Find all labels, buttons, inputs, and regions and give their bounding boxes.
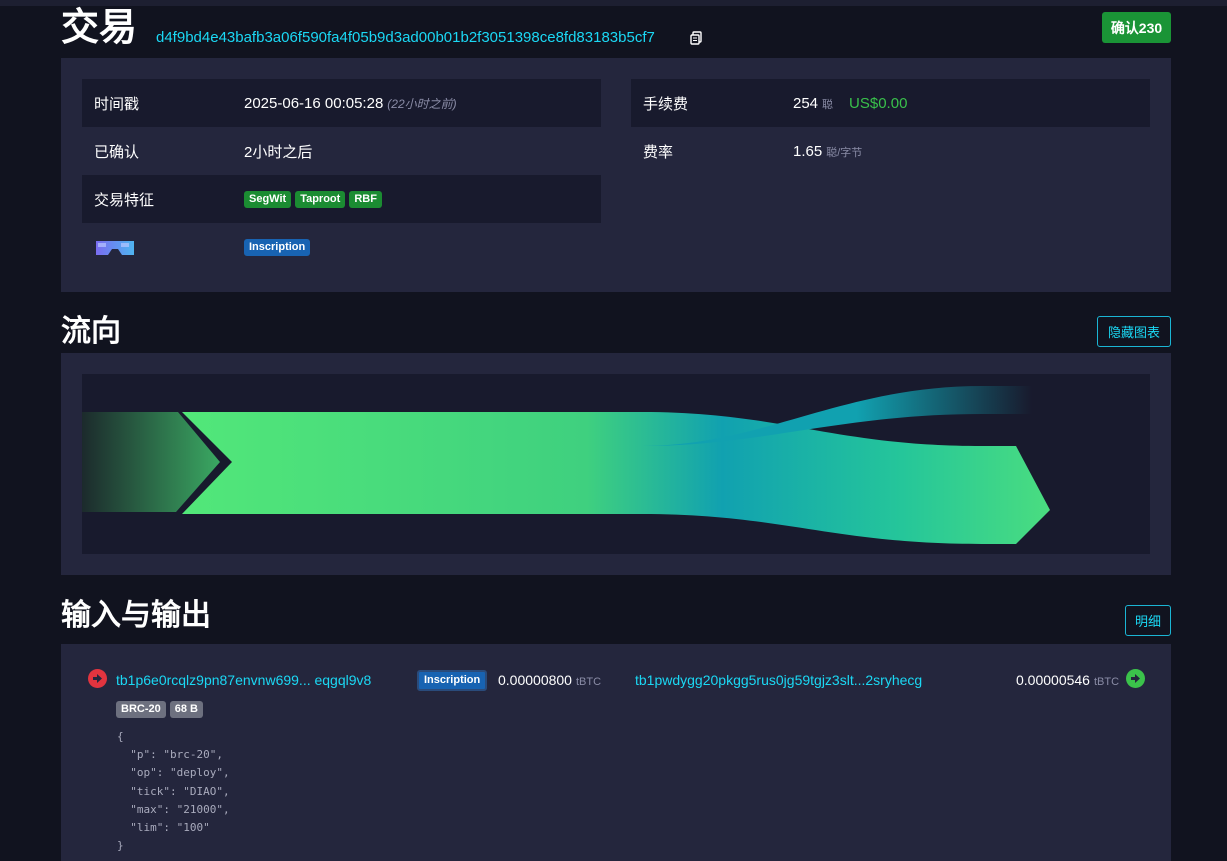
io-panel: tb1p6e0rcqlz9pn87envnw699... eqgql9v8 In… — [61, 644, 1171, 861]
features-tags: SegWit Taproot RBF — [244, 190, 382, 208]
inscription-tag-wrap: Inscription — [244, 238, 311, 256]
fee-label: 手续费 — [643, 95, 689, 113]
copy-icon[interactable] — [690, 31, 702, 45]
output-amount-group: 0.00000546 tBTC — [1016, 672, 1119, 688]
fee-unit: 聪 — [822, 98, 834, 111]
timestamp-row: 时间戳 2025-06-16 00:05:28 (22小时之前) — [82, 79, 601, 127]
output-flow — [182, 412, 1050, 544]
flow-title: 流向 — [61, 315, 121, 348]
output-address-link[interactable]: tb1pwdygg20pkgg5rus0jg59tgjz3slt...2sryh… — [635, 672, 922, 688]
confirmations-badge: 确认230 — [1102, 12, 1171, 43]
input-amount: 0.00000800 — [498, 672, 572, 688]
hide-chart-button[interactable]: 隐藏图表 — [1097, 316, 1171, 347]
input-inscription-tag[interactable]: Inscription — [417, 670, 488, 691]
top-bar — [0, 0, 1227, 6]
feerate-unit: 聪/字节 — [826, 146, 863, 159]
size-badge: 68 B — [169, 701, 203, 718]
fee-value-group: 254 聪 US$0.00 — [793, 95, 907, 112]
io-row: tb1p6e0rcqlz9pn87envnw699... eqgql9v8 In… — [61, 668, 1171, 694]
output-amount: 0.00000546 — [1016, 672, 1090, 688]
page-title: 交易 — [61, 7, 138, 49]
confirmed-value: 2小时之后 — [244, 143, 313, 161]
input-address-link[interactable]: tb1p6e0rcqlz9pn87envnw699... eqgql9v8 — [116, 672, 371, 688]
feerate-label: 费率 — [643, 143, 674, 161]
fee-usd: US$0.00 — [849, 94, 908, 112]
confirmed-label: 已确认 — [94, 143, 140, 161]
timestamp-label: 时间戳 — [94, 95, 140, 113]
inscription-row: Inscription — [82, 223, 601, 271]
brc20-badge: BRC-20 — [116, 701, 166, 718]
input-arrow-icon[interactable] — [88, 669, 107, 688]
confirmed-row: 已确认 2小时之后 — [82, 127, 601, 175]
flow-panel — [61, 353, 1171, 575]
pixel-glasses-icon — [96, 241, 134, 255]
fee-row: 手续费 254 聪 US$0.00 — [631, 79, 1150, 127]
feerate-value: 1.65 — [793, 142, 823, 160]
timestamp-value-group: 2025-06-16 00:05:28 (22小时之前) — [244, 95, 457, 112]
output-arrow-icon[interactable] — [1126, 669, 1145, 688]
input-badges: BRC-20 68 B — [116, 701, 203, 718]
feerate-row: 费率 1.65 聪/字节 — [631, 127, 1150, 175]
input-unit: tBTC — [575, 676, 602, 688]
flow-diagram-svg — [82, 386, 1050, 544]
feature-tag-taproot[interactable]: Taproot — [295, 190, 346, 208]
txid-link[interactable]: d4f9bd4e43bafb3a06f590fa4f05b9d3ad00b01b… — [156, 28, 655, 48]
feature-tag-rbf[interactable]: RBF — [349, 190, 382, 208]
features-row: 交易特征 SegWit Taproot RBF — [82, 175, 601, 223]
details-button[interactable]: 明细 — [1125, 605, 1171, 636]
output-unit: tBTC — [1093, 676, 1120, 688]
inscription-json: { "p": "brc-20", "op": "deploy", "tick":… — [117, 730, 230, 853]
fee-value: 254 — [793, 94, 819, 112]
timestamp-value: 2025-06-16 00:05:28 — [244, 94, 384, 112]
inscription-tag[interactable]: Inscription — [244, 238, 311, 256]
transaction-details-panel: 时间戳 2025-06-16 00:05:28 (22小时之前) 已确认 2小时… — [61, 58, 1171, 292]
io-title: 输入与输出 — [61, 599, 211, 632]
timestamp-relative: (22小时之前) — [387, 96, 457, 111]
features-label: 交易特征 — [94, 191, 155, 209]
feature-tag-segwit[interactable]: SegWit — [244, 190, 292, 208]
flow-diagram — [82, 374, 1150, 554]
feerate-value-group: 1.65 聪/字节 — [793, 143, 862, 160]
input-amount-group: 0.00000800 tBTC — [498, 672, 601, 688]
